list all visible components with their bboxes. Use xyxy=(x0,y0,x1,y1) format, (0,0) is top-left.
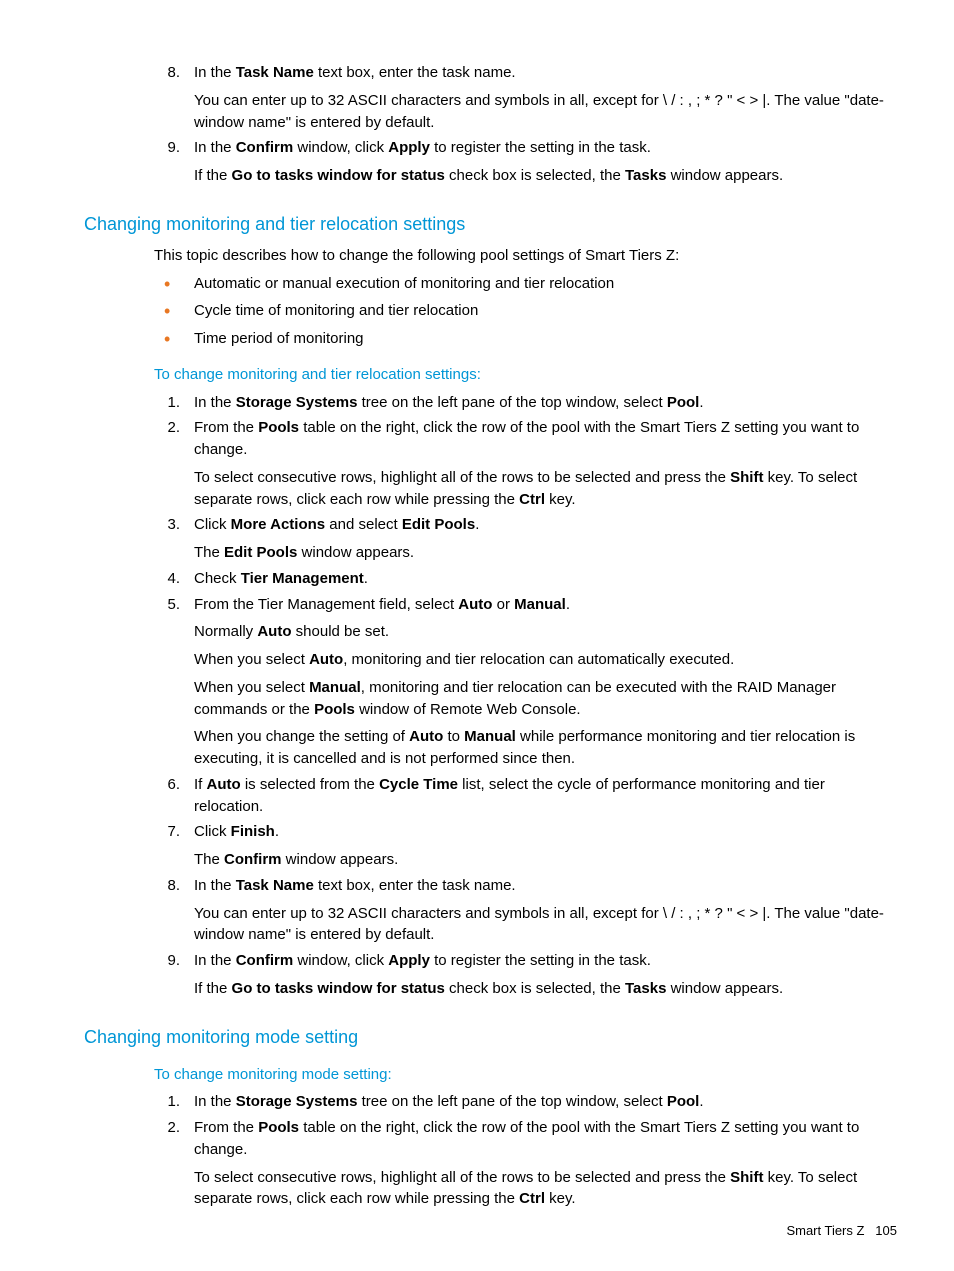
list-item: If Auto is selected from the Cycle Time … xyxy=(154,774,897,818)
bullet-item: Cycle time of monitoring and tier reloca… xyxy=(154,300,897,322)
list-item-text: From the Tier Management field, select A… xyxy=(194,594,897,616)
continued-ordered-list: In the Task Name text box, enter the tas… xyxy=(154,62,897,187)
list-item: From the Pools table on the right, click… xyxy=(154,1117,897,1210)
procedure-subhead: To change monitoring mode setting: xyxy=(154,1064,897,1086)
list-item-text: To select consecutive rows, highlight al… xyxy=(194,467,897,511)
list-item-text: Click More Actions and select Edit Pools… xyxy=(194,514,897,536)
list-item: In the Storage Systems tree on the left … xyxy=(154,392,897,414)
bullet-item: Time period of monitoring xyxy=(154,328,897,350)
list-item-text: In the Task Name text box, enter the tas… xyxy=(194,875,897,897)
list-item-text: The Confirm window appears. xyxy=(194,849,897,871)
list-item-text: Click Finish. xyxy=(194,821,897,843)
page-number: 105 xyxy=(875,1223,897,1238)
list-item: Check Tier Management. xyxy=(154,568,897,590)
bullet-item: Automatic or manual execution of monitor… xyxy=(154,273,897,295)
list-item-text: From the Pools table on the right, click… xyxy=(194,1117,897,1161)
section-heading: Changing monitoring and tier relocation … xyxy=(84,211,897,237)
list-item-text: In the Task Name text box, enter the tas… xyxy=(194,62,897,84)
list-item-text: In the Storage Systems tree on the left … xyxy=(194,392,897,414)
ordered-list: In the Storage Systems tree on the left … xyxy=(154,392,897,1000)
list-item: In the Confirm window, click Apply to re… xyxy=(154,137,897,187)
list-item: From the Tier Management field, select A… xyxy=(154,594,897,770)
list-item: In the Confirm window, click Apply to re… xyxy=(154,950,897,1000)
list-item-text: To select consecutive rows, highlight al… xyxy=(194,1167,897,1211)
list-item-text: In the Confirm window, click Apply to re… xyxy=(194,137,897,159)
page-footer: Smart Tiers Z 105 xyxy=(786,1222,897,1241)
list-item: From the Pools table on the right, click… xyxy=(154,417,897,510)
list-item-text: In the Storage Systems tree on the left … xyxy=(194,1091,897,1113)
list-item-text: If the Go to tasks window for status che… xyxy=(194,165,897,187)
list-item-text: You can enter up to 32 ASCII characters … xyxy=(194,90,897,134)
list-item: Click Finish. The Confirm window appears. xyxy=(154,821,897,871)
bullet-list: Automatic or manual execution of monitor… xyxy=(154,273,897,350)
list-item: In the Storage Systems tree on the left … xyxy=(154,1091,897,1113)
list-item-text: When you select Auto, monitoring and tie… xyxy=(194,649,897,671)
section-heading: Changing monitoring mode setting xyxy=(84,1024,897,1050)
list-item-text: You can enter up to 32 ASCII characters … xyxy=(194,903,897,947)
list-item: Click More Actions and select Edit Pools… xyxy=(154,514,897,564)
footer-label: Smart Tiers Z xyxy=(786,1223,864,1238)
list-item-text: Normally Auto should be set. xyxy=(194,621,897,643)
list-item: In the Task Name text box, enter the tas… xyxy=(154,62,897,133)
list-item-text: If Auto is selected from the Cycle Time … xyxy=(194,774,897,818)
procedure-subhead: To change monitoring and tier relocation… xyxy=(154,364,897,386)
list-item-text: In the Confirm window, click Apply to re… xyxy=(194,950,897,972)
ordered-list: In the Storage Systems tree on the left … xyxy=(154,1091,897,1210)
list-item-text: When you select Manual, monitoring and t… xyxy=(194,677,897,721)
list-item: In the Task Name text box, enter the tas… xyxy=(154,875,897,946)
list-item-text: The Edit Pools window appears. xyxy=(194,542,897,564)
list-item-text: When you change the setting of Auto to M… xyxy=(194,726,897,770)
list-item-text: Check Tier Management. xyxy=(194,568,897,590)
intro-text: This topic describes how to change the f… xyxy=(154,245,897,267)
list-item-text: If the Go to tasks window for status che… xyxy=(194,978,897,1000)
list-item-text: From the Pools table on the right, click… xyxy=(194,417,897,461)
